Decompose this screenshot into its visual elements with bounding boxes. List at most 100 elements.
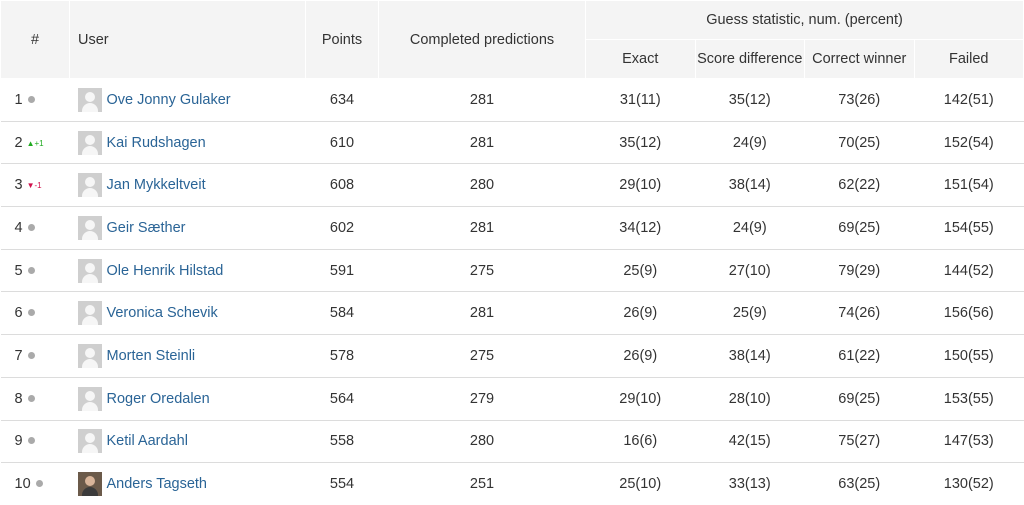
rank-number: 4 <box>15 220 23 236</box>
rank-number: 1 <box>15 92 23 108</box>
failed-cell: 142(51) <box>914 79 1024 122</box>
failed-cell: 153(55) <box>914 377 1024 420</box>
header-failed[interactable]: Failed <box>914 40 1024 79</box>
correct-winner-cell: 62(22) <box>805 164 915 207</box>
points-cell: 578 <box>306 335 379 378</box>
avatar[interactable] <box>78 429 102 453</box>
user-name-link[interactable]: Ove Jonny Gulaker <box>107 92 231 108</box>
header-score-difference[interactable]: Score difference <box>695 40 805 79</box>
exact-cell: 31(11) <box>586 79 696 122</box>
avatar[interactable] <box>78 472 102 496</box>
user-name-link[interactable]: Jan Mykkeltveit <box>107 177 206 193</box>
rank-cell: 2▲+1 <box>1 121 70 164</box>
correct-winner-cell: 69(25) <box>805 207 915 250</box>
header-points[interactable]: Points <box>306 1 379 79</box>
correct-winner-cell: 70(25) <box>805 121 915 164</box>
rank-cell: 8 <box>1 377 70 420</box>
user-cell: Anders Tagseth <box>70 463 306 505</box>
user-cell: Ketil Aardahl <box>70 420 306 463</box>
score-difference-cell: 24(9) <box>695 207 805 250</box>
correct-winner-cell: 73(26) <box>805 79 915 122</box>
table-header: # User Points Completed predictions Gues… <box>1 1 1024 79</box>
avatar[interactable] <box>78 173 102 197</box>
header-user[interactable]: User <box>70 1 306 79</box>
avatar[interactable] <box>78 216 102 240</box>
points-cell: 608 <box>306 164 379 207</box>
table-row: 3▼-1 Jan Mykkeltveit 60828029(10)38(14)62(… <box>1 164 1024 207</box>
user-name-link[interactable]: Veronica Schevik <box>107 305 218 321</box>
correct-winner-cell: 61(22) <box>805 335 915 378</box>
failed-cell: 144(52) <box>914 249 1024 292</box>
rank-cell: 6 <box>1 292 70 335</box>
points-cell: 591 <box>306 249 379 292</box>
score-difference-cell: 35(12) <box>695 79 805 122</box>
rank-cell: 3▼-1 <box>1 164 70 207</box>
completed-predictions-cell: 251 <box>379 463 586 505</box>
correct-winner-cell: 75(27) <box>805 420 915 463</box>
user-cell: Roger Oredalen <box>70 377 306 420</box>
avatar[interactable] <box>78 344 102 368</box>
points-cell: 584 <box>306 292 379 335</box>
points-cell: 602 <box>306 207 379 250</box>
failed-cell: 147(53) <box>914 420 1024 463</box>
exact-cell: 25(10) <box>586 463 696 505</box>
completed-predictions-cell: 281 <box>379 79 586 122</box>
points-cell: 634 <box>306 79 379 122</box>
score-difference-cell: 24(9) <box>695 121 805 164</box>
rank-unchanged-icon <box>28 395 35 402</box>
exact-cell: 26(9) <box>586 292 696 335</box>
points-cell: 610 <box>306 121 379 164</box>
exact-cell: 29(10) <box>586 164 696 207</box>
user-name-link[interactable]: Kai Rudshagen <box>107 135 206 151</box>
avatar[interactable] <box>78 131 102 155</box>
completed-predictions-cell: 275 <box>379 335 586 378</box>
user-cell: Ole Henrik Hilstad <box>70 249 306 292</box>
user-name-link[interactable]: Ketil Aardahl <box>107 433 188 449</box>
rank-number: 9 <box>15 433 23 449</box>
user-name-link[interactable]: Geir Sæther <box>107 220 186 236</box>
user-name-link[interactable]: Anders Tagseth <box>107 476 208 492</box>
rank-cell: 10 <box>1 463 70 505</box>
completed-predictions-cell: 280 <box>379 164 586 207</box>
header-correct-winner[interactable]: Correct winner <box>805 40 915 79</box>
rank-unchanged-icon <box>28 267 35 274</box>
user-cell: Ove Jonny Gulaker <box>70 79 306 122</box>
rank-number: 7 <box>15 348 23 364</box>
exact-cell: 29(10) <box>586 377 696 420</box>
rank-unchanged-icon <box>28 437 35 444</box>
score-difference-cell: 33(13) <box>695 463 805 505</box>
correct-winner-cell: 63(25) <box>805 463 915 505</box>
exact-cell: 25(9) <box>586 249 696 292</box>
header-exact[interactable]: Exact <box>586 40 696 79</box>
points-cell: 558 <box>306 420 379 463</box>
header-rank[interactable]: # <box>1 1 70 79</box>
avatar[interactable] <box>78 301 102 325</box>
rank-down-icon: ▼-1 <box>27 181 42 190</box>
score-difference-cell: 25(9) <box>695 292 805 335</box>
score-difference-cell: 38(14) <box>695 164 805 207</box>
avatar[interactable] <box>78 387 102 411</box>
avatar[interactable] <box>78 88 102 112</box>
table-row: 1 Ove Jonny Gulaker 63428131(11)35(12)73(2… <box>1 79 1024 122</box>
table-row: 4Geir Sæther60228134(12)24(9)69(25)154(5… <box>1 207 1024 250</box>
exact-cell: 16(6) <box>586 420 696 463</box>
user-cell: Jan Mykkeltveit <box>70 164 306 207</box>
score-difference-cell: 28(10) <box>695 377 805 420</box>
user-name-link[interactable]: Morten Steinli <box>107 348 196 364</box>
header-guess-statistic-group: Guess statistic, num. (percent) <box>586 1 1024 40</box>
completed-predictions-cell: 279 <box>379 377 586 420</box>
user-name-link[interactable]: Roger Oredalen <box>107 391 210 407</box>
avatar[interactable] <box>78 259 102 283</box>
rank-cell: 9 <box>1 420 70 463</box>
score-difference-cell: 27(10) <box>695 249 805 292</box>
table-row: 2▲+1Kai Rudshagen61028135(12)24(9)70(25)… <box>1 121 1024 164</box>
correct-winner-cell: 79(29) <box>805 249 915 292</box>
header-completed-predictions[interactable]: Completed predictions <box>379 1 586 79</box>
user-cell: Veronica Schevik <box>70 292 306 335</box>
rank-number: 10 <box>15 476 31 492</box>
leaderboard-table: # User Points Completed predictions Gues… <box>0 0 1024 505</box>
correct-winner-cell: 74(26) <box>805 292 915 335</box>
user-name-link[interactable]: Ole Henrik Hilstad <box>107 263 224 279</box>
correct-winner-cell: 69(25) <box>805 377 915 420</box>
score-difference-cell: 38(14) <box>695 335 805 378</box>
